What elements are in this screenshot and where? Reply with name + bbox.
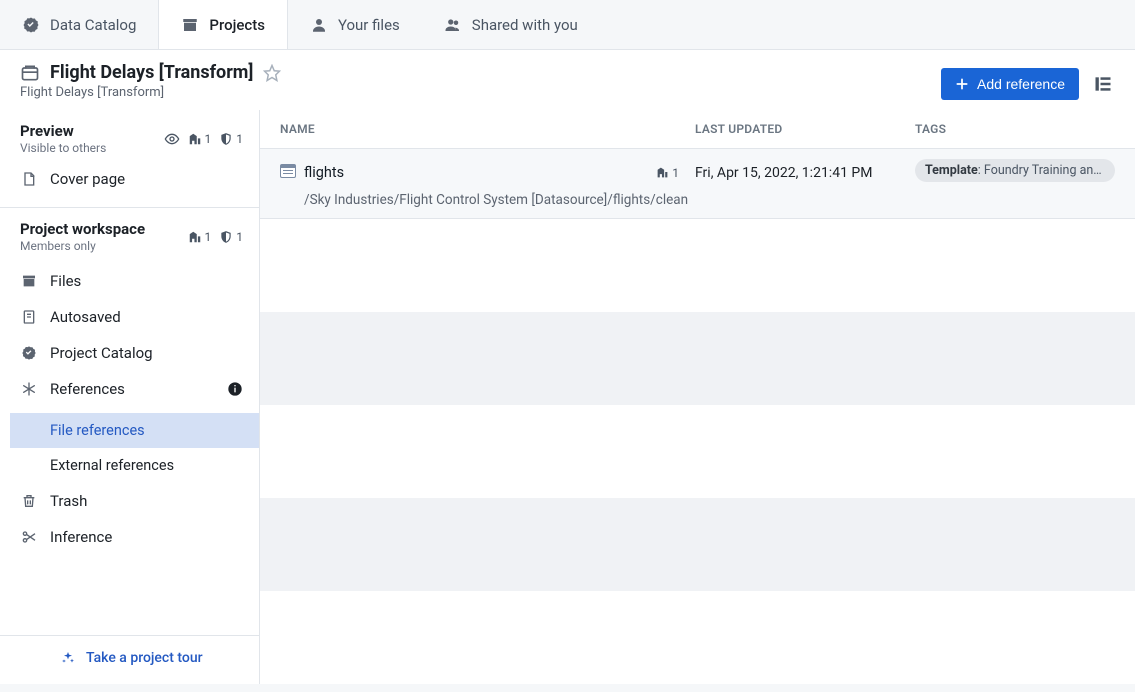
org-count-badge[interactable]: 1 bbox=[188, 132, 212, 146]
plus-icon bbox=[955, 77, 969, 91]
sidebar-workspace-section: Project workspace Members only 1 1 bbox=[0, 207, 259, 257]
badge-check-icon bbox=[22, 16, 40, 34]
table-header: NAME LAST UPDATED TAGS bbox=[260, 110, 1135, 149]
row-path: /Sky Industries/Flight Control System [D… bbox=[280, 186, 1115, 210]
shield-count-badge[interactable]: 1 bbox=[219, 230, 243, 244]
sidebar-item-label: External references bbox=[50, 457, 243, 474]
add-reference-button[interactable]: Add reference bbox=[941, 68, 1079, 100]
eye-icon[interactable] bbox=[164, 131, 180, 147]
row-org-badge: 1 bbox=[656, 166, 695, 180]
col-header-last-updated[interactable]: LAST UPDATED bbox=[695, 122, 915, 136]
users-icon bbox=[444, 16, 462, 34]
button-label: Add reference bbox=[977, 76, 1065, 92]
preview-subtitle: Visible to others bbox=[20, 141, 106, 155]
sidebar-item-label: References bbox=[50, 380, 215, 398]
sidebar-item-label: File references bbox=[50, 422, 243, 439]
document-icon bbox=[20, 171, 38, 187]
sidebar-item-references[interactable]: References bbox=[0, 371, 259, 407]
star-icon[interactable] bbox=[263, 64, 281, 82]
sidebar-item-cover-page[interactable]: Cover page bbox=[20, 161, 243, 197]
empty-stripes bbox=[260, 219, 1135, 684]
tab-label: Your files bbox=[338, 16, 400, 34]
col-header-name[interactable]: NAME bbox=[280, 122, 695, 136]
sidebar-item-label: Project Catalog bbox=[50, 344, 243, 362]
row-tags: Template: Foundry Training and R… bbox=[915, 159, 1115, 186]
asterisk-icon bbox=[20, 381, 38, 397]
sidebar-item-files[interactable]: Files bbox=[0, 263, 259, 299]
tab-data-catalog[interactable]: Data Catalog bbox=[0, 0, 158, 49]
sidebar-item-label: Inference bbox=[50, 528, 243, 546]
info-icon[interactable] bbox=[227, 381, 243, 397]
view-toggle-button[interactable] bbox=[1091, 72, 1115, 96]
sidebar-item-label: Autosaved bbox=[50, 308, 243, 326]
page-header: Flight Delays [Transform] Flight Delays … bbox=[0, 50, 1135, 110]
sparkle-icon bbox=[60, 650, 76, 666]
badge-check-icon bbox=[20, 345, 38, 361]
org-count-badge[interactable]: 1 bbox=[188, 230, 212, 244]
breadcrumb[interactable]: Flight Delays [Transform] bbox=[20, 85, 281, 100]
workspace-subtitle: Members only bbox=[20, 239, 145, 253]
preview-title: Preview bbox=[20, 122, 106, 140]
sidebar-footer: Take a project tour bbox=[0, 635, 259, 684]
tab-your-files[interactable]: Your files bbox=[288, 0, 422, 49]
row-last-updated: Fri, Apr 15, 2022, 1:21:41 PM bbox=[695, 165, 915, 181]
top-tabs: Data Catalog Projects Your files Shared … bbox=[0, 0, 1135, 50]
sidebar-item-label: Trash bbox=[50, 492, 243, 510]
main-content: NAME LAST UPDATED TAGS flights 1 Fri, Ap… bbox=[260, 110, 1135, 684]
workspace-nav: Files Autosaved Project Catalog Referenc… bbox=[0, 257, 259, 555]
sidebar-preview-section: Preview Visible to others 1 1 bbox=[0, 110, 259, 207]
sidebar: Preview Visible to others 1 1 bbox=[0, 110, 260, 684]
user-icon bbox=[310, 16, 328, 34]
sidebar-item-project-catalog[interactable]: Project Catalog bbox=[0, 335, 259, 371]
table-row[interactable]: flights 1 Fri, Apr 15, 2022, 1:21:41 PM … bbox=[260, 149, 1135, 219]
page-title: Flight Delays [Transform] bbox=[50, 62, 253, 83]
shield-count-badge[interactable]: 1 bbox=[219, 132, 243, 146]
sidebar-item-inference[interactable]: Inference bbox=[0, 519, 259, 555]
tab-label: Data Catalog bbox=[50, 16, 136, 34]
sidebar-item-label: Cover page bbox=[50, 170, 227, 188]
archive-icon bbox=[20, 273, 38, 289]
tab-shared-with-you[interactable]: Shared with you bbox=[422, 0, 600, 49]
archive-icon bbox=[181, 16, 199, 34]
page-icon bbox=[20, 309, 38, 325]
scissors-icon bbox=[20, 529, 38, 545]
sidebar-item-autosaved[interactable]: Autosaved bbox=[0, 299, 259, 335]
workspace-title: Project workspace bbox=[20, 220, 145, 238]
trash-icon bbox=[20, 493, 38, 509]
project-icon bbox=[20, 63, 40, 83]
sidebar-item-external-references[interactable]: External references bbox=[10, 448, 259, 483]
dataset-icon bbox=[280, 164, 296, 182]
project-tour-link[interactable]: Take a project tour bbox=[60, 650, 203, 666]
sidebar-item-file-references[interactable]: File references bbox=[10, 413, 259, 448]
row-name: flights bbox=[304, 164, 344, 181]
col-header-tags[interactable]: TAGS bbox=[915, 122, 1115, 136]
tag-pill[interactable]: Template: Foundry Training and R… bbox=[915, 159, 1115, 182]
tour-link-label: Take a project tour bbox=[86, 650, 203, 666]
tab-projects[interactable]: Projects bbox=[158, 0, 288, 49]
tab-label: Projects bbox=[209, 16, 265, 34]
sidebar-item-trash[interactable]: Trash bbox=[0, 483, 259, 519]
sidebar-item-label: Files bbox=[50, 272, 243, 290]
tab-label: Shared with you bbox=[472, 16, 578, 34]
